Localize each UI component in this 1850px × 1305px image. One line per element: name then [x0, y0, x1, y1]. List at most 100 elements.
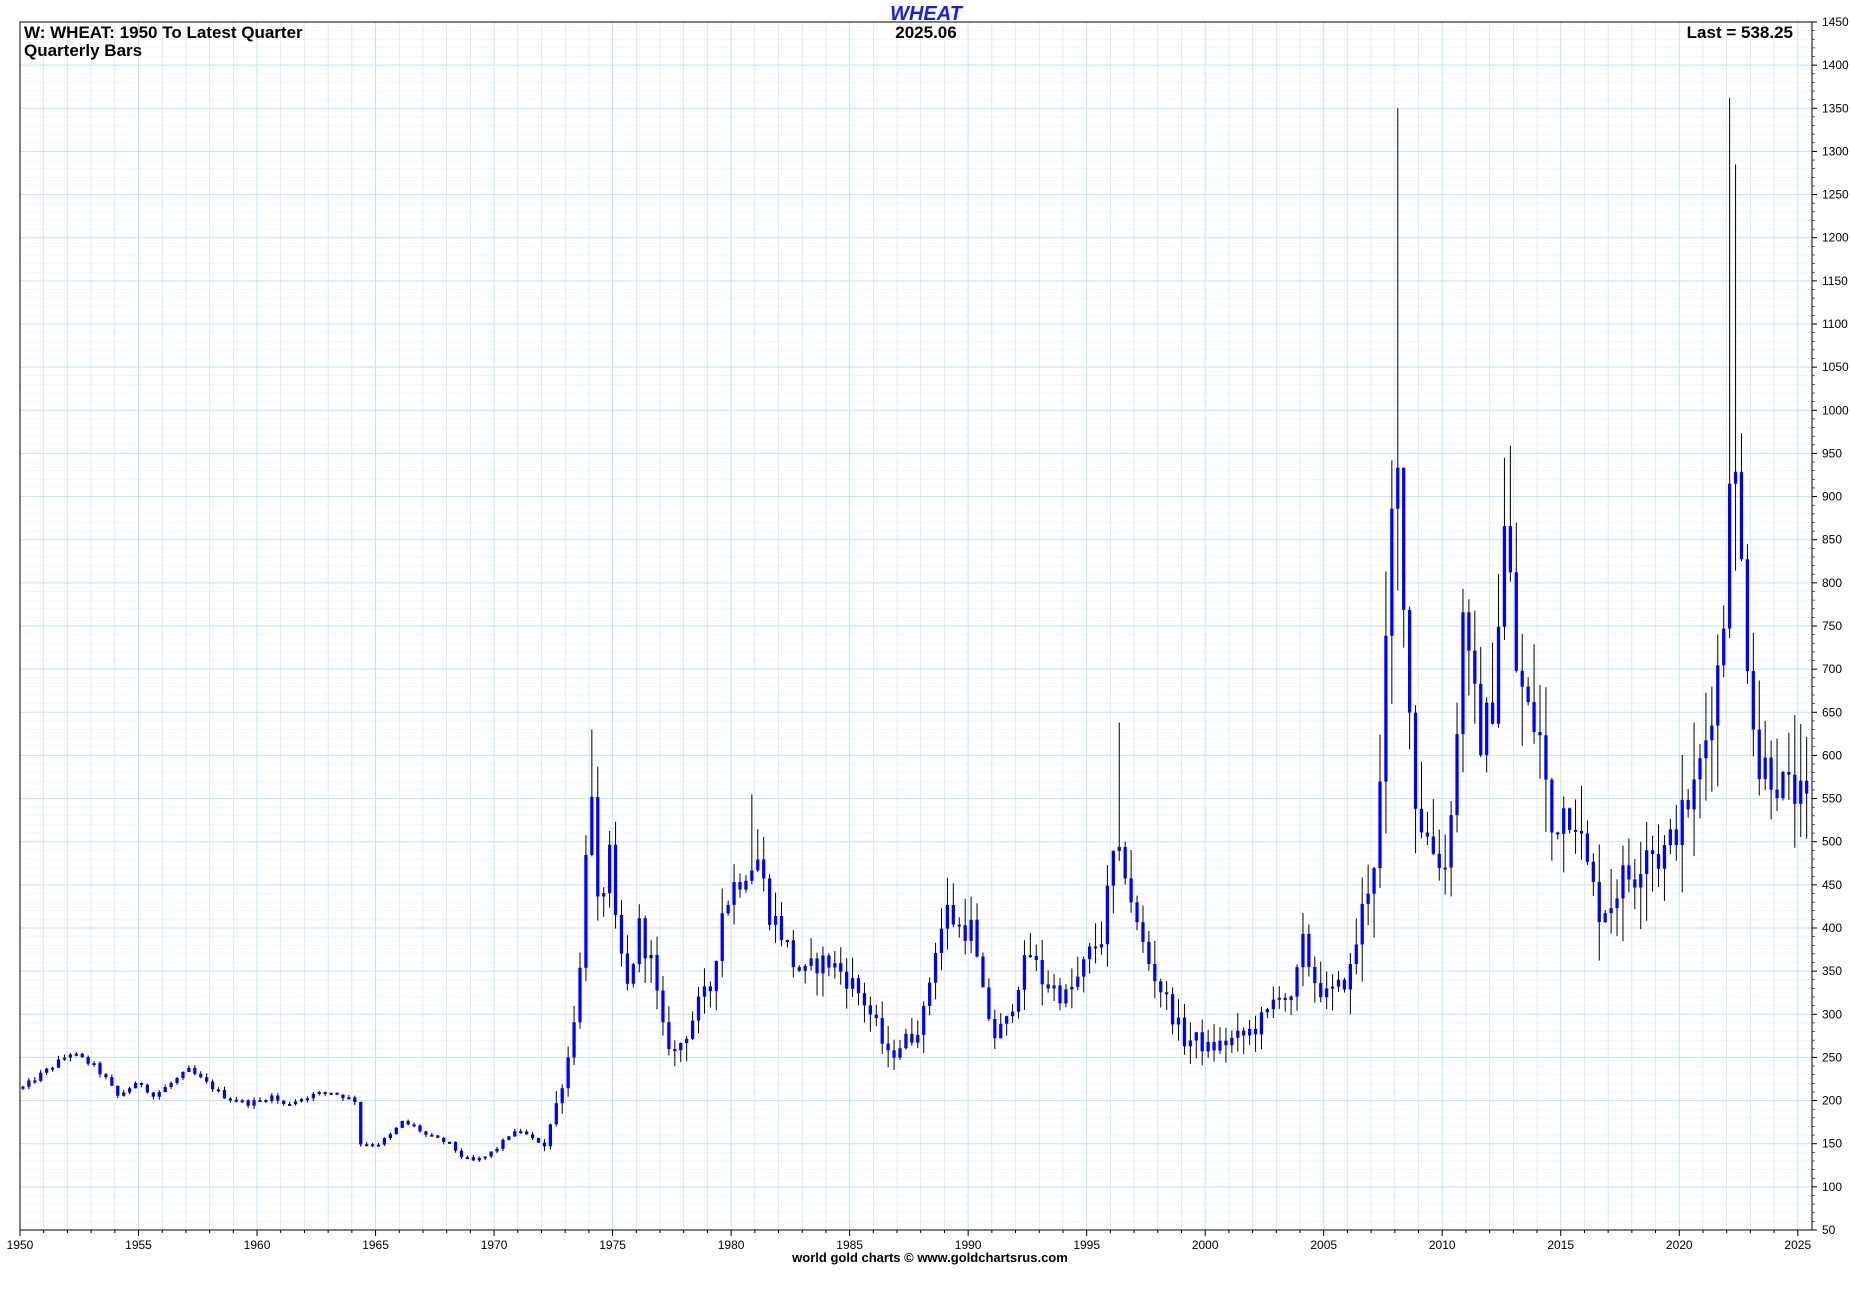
candle-body [210, 1081, 215, 1090]
candle-body [649, 954, 653, 959]
candle-body [1728, 483, 1732, 629]
candle-body [1419, 808, 1424, 833]
candle-body [128, 1088, 132, 1093]
candle-body [1639, 874, 1643, 888]
y-tick-label: 850 [1822, 533, 1842, 547]
candle-body [139, 1082, 144, 1085]
candle-body [1526, 686, 1530, 703]
candle-body [465, 1157, 470, 1160]
x-tick-label: 2005 [1310, 1238, 1337, 1252]
candle-body [1443, 867, 1447, 870]
x-tick-label: 2015 [1547, 1238, 1574, 1252]
candle-body [1455, 734, 1459, 816]
candle-body [1348, 964, 1352, 990]
candle-body [821, 955, 825, 974]
candle-body [353, 1097, 357, 1103]
candle-body [222, 1089, 227, 1099]
candle-body [1396, 467, 1400, 509]
candle-body [507, 1136, 511, 1140]
candle-body [1105, 885, 1110, 945]
candle-body [459, 1150, 464, 1158]
candle-body [50, 1067, 55, 1070]
y-tick-label: 350 [1822, 964, 1842, 978]
candle-body [1224, 1040, 1228, 1046]
candle-body [1058, 985, 1062, 1004]
candle-body [1176, 1017, 1181, 1025]
candle-body [80, 1053, 84, 1058]
candle-body [311, 1093, 315, 1099]
candle-body [1431, 836, 1435, 854]
candle-body [1259, 1012, 1264, 1035]
candle-body [744, 880, 748, 890]
candle-body [566, 1057, 570, 1089]
candle-body [1099, 944, 1104, 948]
candle-body [1562, 808, 1566, 834]
candle-body [1467, 612, 1471, 651]
candle-body [667, 1022, 671, 1050]
candle-body [1597, 881, 1601, 923]
candle-body [874, 1014, 878, 1019]
candle-body [1745, 559, 1750, 672]
subtitle-line-1: W: WHEAT: 1950 To Latest Quarter [24, 23, 303, 42]
candle-body [1111, 850, 1115, 886]
candle-body [1325, 988, 1329, 998]
candle-body [1502, 526, 1507, 627]
candle-body [92, 1063, 96, 1066]
candle-body [1408, 609, 1412, 713]
candle-body [1271, 999, 1275, 1010]
candle-body [1052, 985, 1056, 989]
candle-body [62, 1057, 67, 1060]
candle-body [791, 940, 795, 968]
candle-body [412, 1124, 416, 1127]
candle-body [1496, 626, 1501, 724]
candle-body [1206, 1041, 1210, 1052]
candle-body [1165, 992, 1169, 995]
candle-body [110, 1077, 114, 1086]
candle-body [1722, 628, 1726, 666]
candle-body [1295, 967, 1299, 997]
candle-body [98, 1063, 102, 1075]
candle-body [1479, 683, 1483, 756]
y-tick-label: 1200 [1822, 231, 1849, 245]
candle-body [1514, 572, 1518, 671]
candle-body [939, 928, 944, 953]
candle-body [850, 978, 855, 989]
candle-body [1645, 850, 1649, 875]
candle-body [1739, 471, 1744, 560]
candle-body [981, 956, 985, 988]
candle-body [1123, 846, 1127, 879]
candle-body [1437, 853, 1441, 869]
candle-body [1668, 829, 1672, 846]
candle-body [1360, 903, 1364, 945]
candle-body [1378, 781, 1382, 869]
candle-body [145, 1084, 150, 1093]
candle-body [335, 1092, 339, 1095]
y-tick-label: 1450 [1822, 15, 1849, 29]
candle-body [1520, 670, 1524, 687]
candle-body [471, 1157, 475, 1161]
candle-body [1313, 966, 1317, 984]
candle-body [951, 904, 955, 925]
x-tick-label: 1975 [599, 1238, 626, 1252]
grid [19, 21, 1812, 1231]
candle-body [1615, 898, 1619, 909]
candle-body [862, 993, 867, 1006]
candle-body [1793, 774, 1797, 804]
candle-body [193, 1067, 197, 1074]
candle-body [714, 961, 718, 992]
candle-body [1034, 955, 1038, 960]
y-tick-label: 1050 [1822, 360, 1849, 374]
candle-body [1716, 665, 1720, 726]
candle-body [234, 1099, 238, 1102]
candle-body [785, 940, 790, 943]
subtitle-line-2: Quarterly Bars [24, 41, 142, 60]
candle-body [33, 1080, 37, 1083]
candle-body [756, 859, 760, 871]
candle-body [205, 1077, 209, 1082]
candle-body [448, 1141, 452, 1144]
candle-body [453, 1141, 458, 1151]
candle-body [199, 1073, 203, 1078]
candle-body [86, 1057, 90, 1064]
candle-body [1710, 725, 1714, 741]
candle-body [1277, 997, 1281, 1000]
